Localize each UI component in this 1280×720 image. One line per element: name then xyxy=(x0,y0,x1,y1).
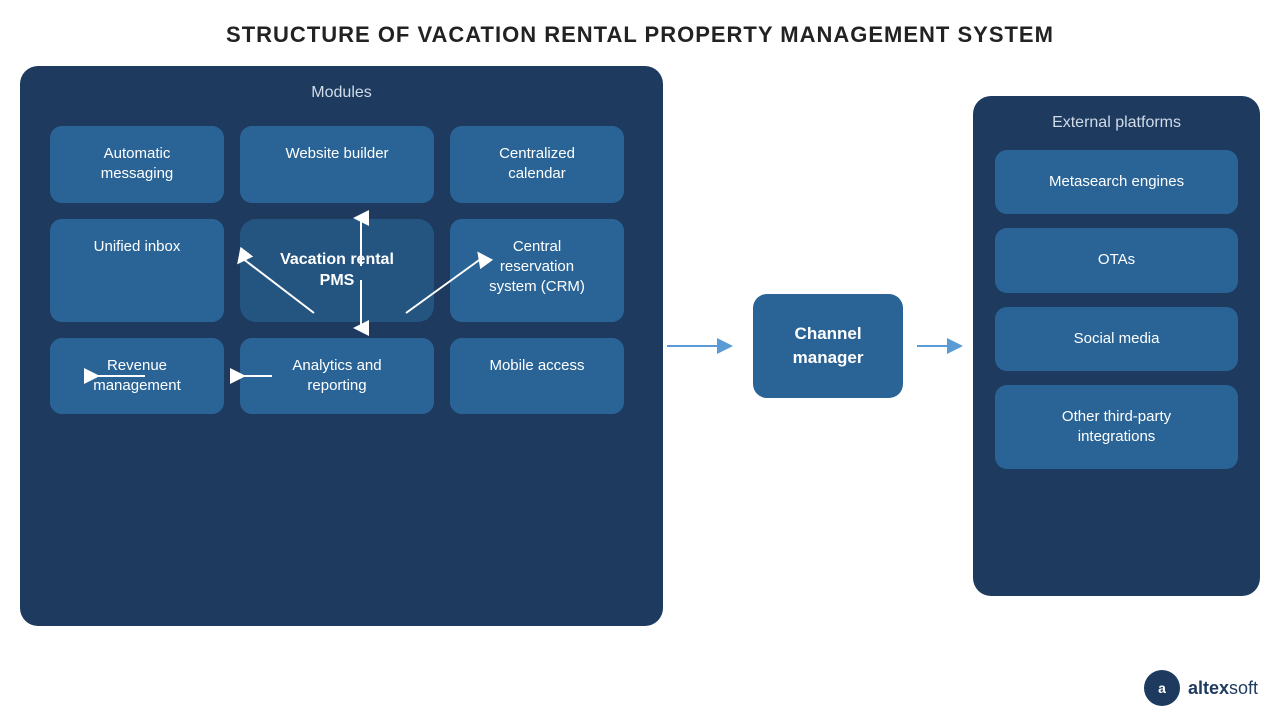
website-builder-box: Website builder xyxy=(240,126,434,203)
vacation-pms-box: Vacation rentalPMS xyxy=(240,219,434,322)
mobile-access-box: Mobile access xyxy=(450,338,624,415)
diagram-container: Modules Automaticmessaging Website build… xyxy=(20,66,1260,626)
crs-to-channel-connector xyxy=(663,326,743,366)
logo-area: a altexsoft xyxy=(1144,670,1258,706)
crs-arrow-svg xyxy=(663,326,743,366)
analytics-reporting-box: Analytics andreporting xyxy=(240,338,434,415)
modules-label: Modules xyxy=(311,84,371,102)
channel-arrow-svg xyxy=(913,326,973,366)
metasearch-engines-item: Metasearch engines xyxy=(995,150,1238,214)
channel-to-external-connector xyxy=(913,326,973,366)
modules-grid: Automaticmessaging Website builder Centr… xyxy=(42,118,641,422)
page-title: STRUCTURE OF VACATION RENTAL PROPERTY MA… xyxy=(226,22,1054,48)
logo-icon: a xyxy=(1144,670,1180,706)
svg-text:a: a xyxy=(1158,680,1166,696)
central-reservation-box: Centralreservationsystem (CRM) xyxy=(450,219,624,322)
channel-manager-box: Channelmanager xyxy=(753,294,903,398)
unified-inbox-box: Unified inbox xyxy=(50,219,224,322)
modules-box: Modules Automaticmessaging Website build… xyxy=(20,66,663,626)
external-platforms-items: Metasearch engines OTAs Social media Oth… xyxy=(995,150,1238,469)
social-media-item: Social media xyxy=(995,307,1238,371)
logo-text: altexsoft xyxy=(1188,678,1258,699)
channel-manager-wrap: Channelmanager xyxy=(753,294,903,398)
external-platforms-box: External platforms Metasearch engines OT… xyxy=(973,96,1260,596)
revenue-management-box: Revenuemanagement xyxy=(50,338,224,415)
otas-item: OTAs xyxy=(995,228,1238,292)
third-party-integrations-item: Other third-partyintegrations xyxy=(995,385,1238,470)
centralized-calendar-box: Centralizedcalendar xyxy=(450,126,624,203)
automatic-messaging-box: Automaticmessaging xyxy=(50,126,224,203)
external-platforms-label: External platforms xyxy=(1052,114,1181,132)
